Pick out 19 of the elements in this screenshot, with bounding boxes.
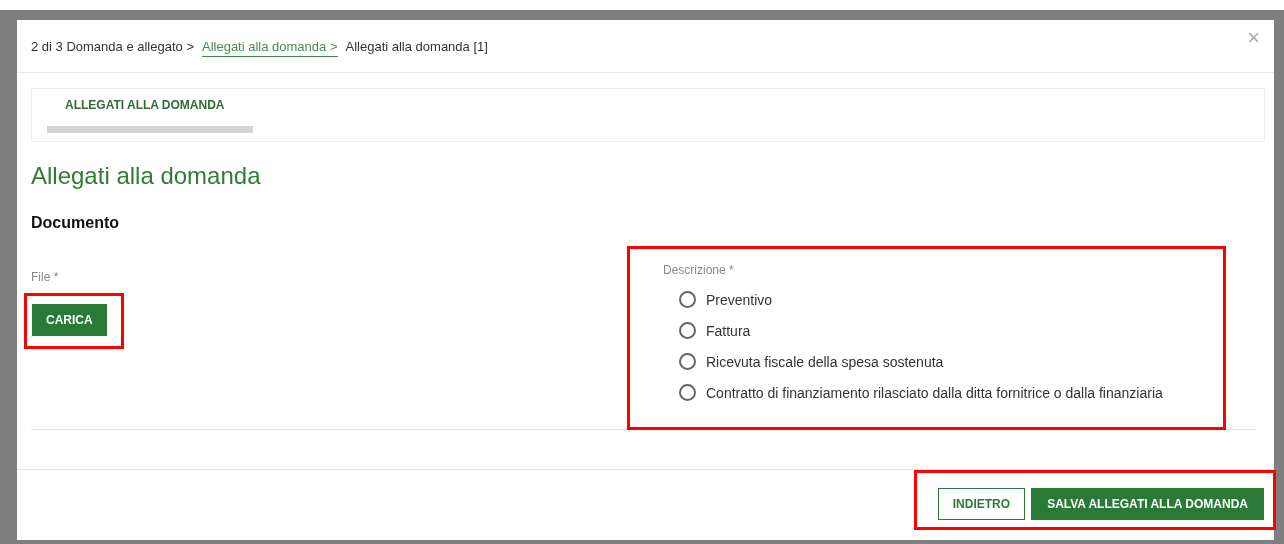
save-button[interactable]: SALVA ALLEGATI ALLA DOMANDA [1031, 488, 1264, 520]
field-label: Descrizione * [663, 263, 735, 277]
breadcrumb-current: Allegati alla domanda [1] [345, 39, 488, 56]
radio-label[interactable]: Preventivo [706, 291, 773, 308]
radio-label[interactable]: Ricevuta fiscale della spesa sostenuta [706, 353, 944, 370]
radio-button[interactable] [679, 384, 696, 401]
radio-label[interactable]: Fattura [706, 322, 751, 339]
tab[interactable]: ALLEGATI ALLA DOMANDA [47, 89, 253, 133]
radio-label[interactable]: Contratto di finanziamento rilasciato dalla ditta fornitrice o dalla finanziaria [706, 384, 1163, 401]
back-button[interactable]: INDIETRO [937, 488, 1026, 520]
subsection-heading: Documento [31, 214, 120, 232]
breadcrumb-link[interactable]: Allegati alla domanda > [202, 39, 338, 57]
radio-button[interactable] [679, 291, 696, 308]
section-heading: Allegati alla domanda [31, 162, 262, 190]
upload-button[interactable]: CARICA [32, 304, 107, 336]
field-label: File * [31, 270, 60, 284]
breadcrumb-item: 2 di 3 Domanda e allegato > [31, 39, 194, 56]
radio-button[interactable] [679, 322, 696, 339]
radio-button[interactable] [679, 353, 696, 370]
